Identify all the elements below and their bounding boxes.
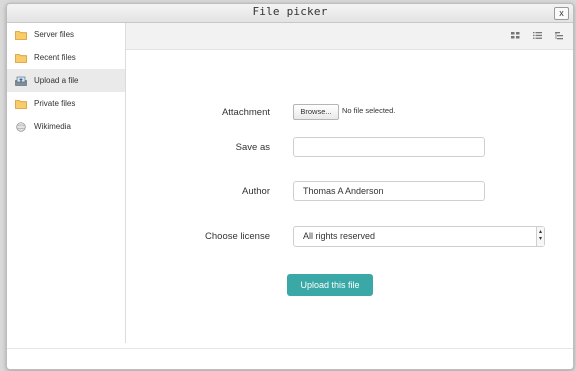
- list-view-icon: [532, 32, 542, 39]
- tree-view-button[interactable]: [549, 29, 569, 42]
- sidebar-item-label: Upload a file: [34, 76, 79, 85]
- sidebar-item-server-files[interactable]: Server files: [7, 23, 125, 46]
- title-bar: File picker x: [7, 4, 573, 23]
- sidebar-item-label: Server files: [34, 30, 75, 39]
- view-switcher: [503, 29, 569, 42]
- sidebar-item-label: Recent files: [34, 53, 76, 62]
- sidebar-item-recent-files[interactable]: Recent files: [7, 46, 125, 69]
- attachment-row: Attachment Browse... No file selected.: [126, 102, 573, 126]
- sidebar-item-wikimedia[interactable]: Wikimedia: [7, 115, 125, 138]
- license-row: Choose license All rights reserved ▴ ▾: [126, 226, 573, 250]
- sidebar-item-upload-a-file[interactable]: Upload a file: [7, 69, 125, 92]
- author-label: Author: [242, 186, 270, 197]
- tree-view-icon: [554, 31, 563, 39]
- grid-view-icon: [510, 32, 519, 39]
- file-picker-dialog: File picker x Server files Recent files …: [6, 3, 574, 370]
- folder-icon: [15, 30, 27, 40]
- upload-button[interactable]: Upload this file: [287, 274, 373, 296]
- close-button[interactable]: x: [554, 7, 569, 20]
- save-as-label: Save as: [235, 142, 270, 153]
- wikimedia-icon: [16, 121, 26, 132]
- browse-button[interactable]: Browse...: [293, 104, 339, 120]
- attachment-label: Attachment: [221, 107, 270, 118]
- folder-icon: [15, 99, 27, 109]
- no-file-selected-text: No file selected.: [342, 106, 396, 115]
- dialog-title: File picker: [252, 5, 328, 18]
- license-select[interactable]: All rights reserved ▴ ▾: [293, 226, 545, 247]
- grid-view-button[interactable]: [505, 29, 525, 42]
- upload-icon: [15, 76, 27, 86]
- select-arrows-icon: ▴ ▾: [536, 227, 544, 246]
- sidebar-item-label: Wikimedia: [34, 122, 71, 131]
- list-view-button[interactable]: [527, 29, 547, 42]
- sidebar-item-private-files[interactable]: Private files: [7, 92, 125, 115]
- sidebar-item-label: Private files: [34, 99, 76, 108]
- save-as-input[interactable]: [293, 137, 485, 157]
- folder-icon: [15, 53, 27, 63]
- dialog-footer: [7, 348, 573, 369]
- license-selected-value: All rights reserved: [303, 231, 376, 241]
- license-label: Choose license: [205, 231, 270, 242]
- author-row: Author Thomas A Anderson: [126, 181, 573, 205]
- save-as-row: Save as: [126, 137, 573, 161]
- repository-sidebar: Server files Recent files Upload a file …: [7, 23, 126, 343]
- view-toolbar: [126, 23, 573, 50]
- author-input[interactable]: Thomas A Anderson: [293, 181, 485, 201]
